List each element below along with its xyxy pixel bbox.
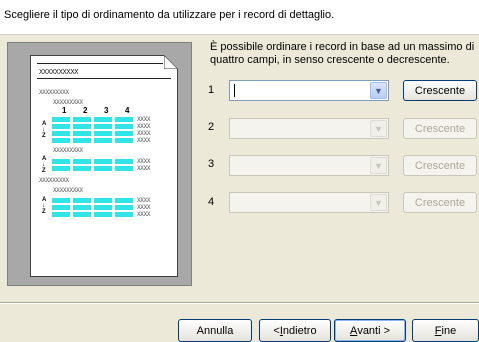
sort-arrow-z: Z [42,133,46,139]
preview-extra-cell: XXXX [137,130,151,137]
preview-extra-cell: XXXX [137,137,151,144]
preview-subgroup-header: XXXXXXXXX [53,187,83,194]
preview-extra-cell: XXXX [137,211,151,218]
sort-field-2-direction-button[interactable]: Crescente [403,118,477,139]
sort-field-4-combo[interactable]: ▼ [229,192,389,213]
sort-description: È possibile ordinare i record in base ad… [210,41,475,66]
sort-field-2-label: 2 [208,121,215,133]
preview-column-number: 2 [83,106,88,115]
sort-field-3-combo[interactable]: ▼ [229,155,389,176]
preview-column-number: 1 [62,106,67,115]
back-button-label: ndietro [282,324,317,337]
chevron-down-icon: ▼ [374,197,383,208]
sort-field-3-label: 3 [208,158,215,170]
sort-field-2-combo[interactable]: ▼ [229,118,389,139]
sort-arrow-a: A [42,121,47,127]
sort-field-1-direction-button[interactable]: Crescente [403,80,477,101]
sort-az-icon: A ↓ Z [42,156,47,174]
page-fold-icon [164,55,178,69]
preview-title: XXXXXXXXXX [39,68,79,76]
preview-column-number: 3 [104,106,109,115]
preview-extra-cell: XXXX [137,116,151,123]
preview-extra-cell: XXXX [137,204,151,211]
sort-az-icon: A ↓ Z [42,197,47,215]
chevron-down-icon: ▼ [374,160,383,171]
chevron-down-icon: ▼ [374,85,383,96]
sort-field-4-label: 4 [208,196,215,208]
header-instruction: Scegliere il tipo di ordinamento da util… [4,9,335,21]
next-button-label: vanti > [357,324,391,337]
preview-extra-cell: XXXX [137,165,151,172]
preview-group-header: XXXXXXXXX [39,177,69,184]
wizard-header: Scegliere il tipo di ordinamento da util… [0,0,479,35]
preview-rule [37,78,171,79]
sort-field-4-dropdown-button[interactable]: ▼ [370,194,387,211]
finish-button-label: ine [441,324,457,337]
preview-column-number: 4 [125,106,130,115]
sort-field-1-combo[interactable]: ▼ [229,80,389,101]
preview-subgroup-header: XXXXXXXXX [53,147,83,154]
sort-field-4-direction-button[interactable]: Crescente [403,192,477,213]
preview-sheet: XXXXXXXXXX XXXXXXXXX XXXXXXXXX 1 2 3 4 A… [30,55,178,277]
sort-field-3-dropdown-button[interactable]: ▼ [370,157,387,174]
footer-divider-highlight [0,303,479,304]
sort-az-icon: A ↓ Z [42,121,47,139]
next-button-accelerator: A [349,324,358,337]
sort-field-1-dropdown-button[interactable]: ▼ [370,82,387,99]
preview-extra-cell: XXXX [137,123,151,130]
sort-field-2-dropdown-button[interactable]: ▼ [370,120,387,137]
preview-extra-cell: XXXX [137,158,151,165]
text-cursor [234,84,235,97]
sort-field-1-label: 1 [208,84,215,96]
chevron-down-icon: ▼ [374,123,383,134]
preview-extra-cell: XXXX [137,197,151,204]
sort-preview-panel: XXXXXXXXXX XXXXXXXXX XXXXXXXXX 1 2 3 4 A… [7,42,192,286]
preview-group-header: XXXXXXXXX [39,89,69,96]
preview-subgroup-header: XXXXXXXXX [53,99,83,106]
sort-field-3-direction-button[interactable]: Crescente [403,155,477,176]
finish-button-accelerator: F [434,324,442,337]
preview-rule [37,63,163,64]
